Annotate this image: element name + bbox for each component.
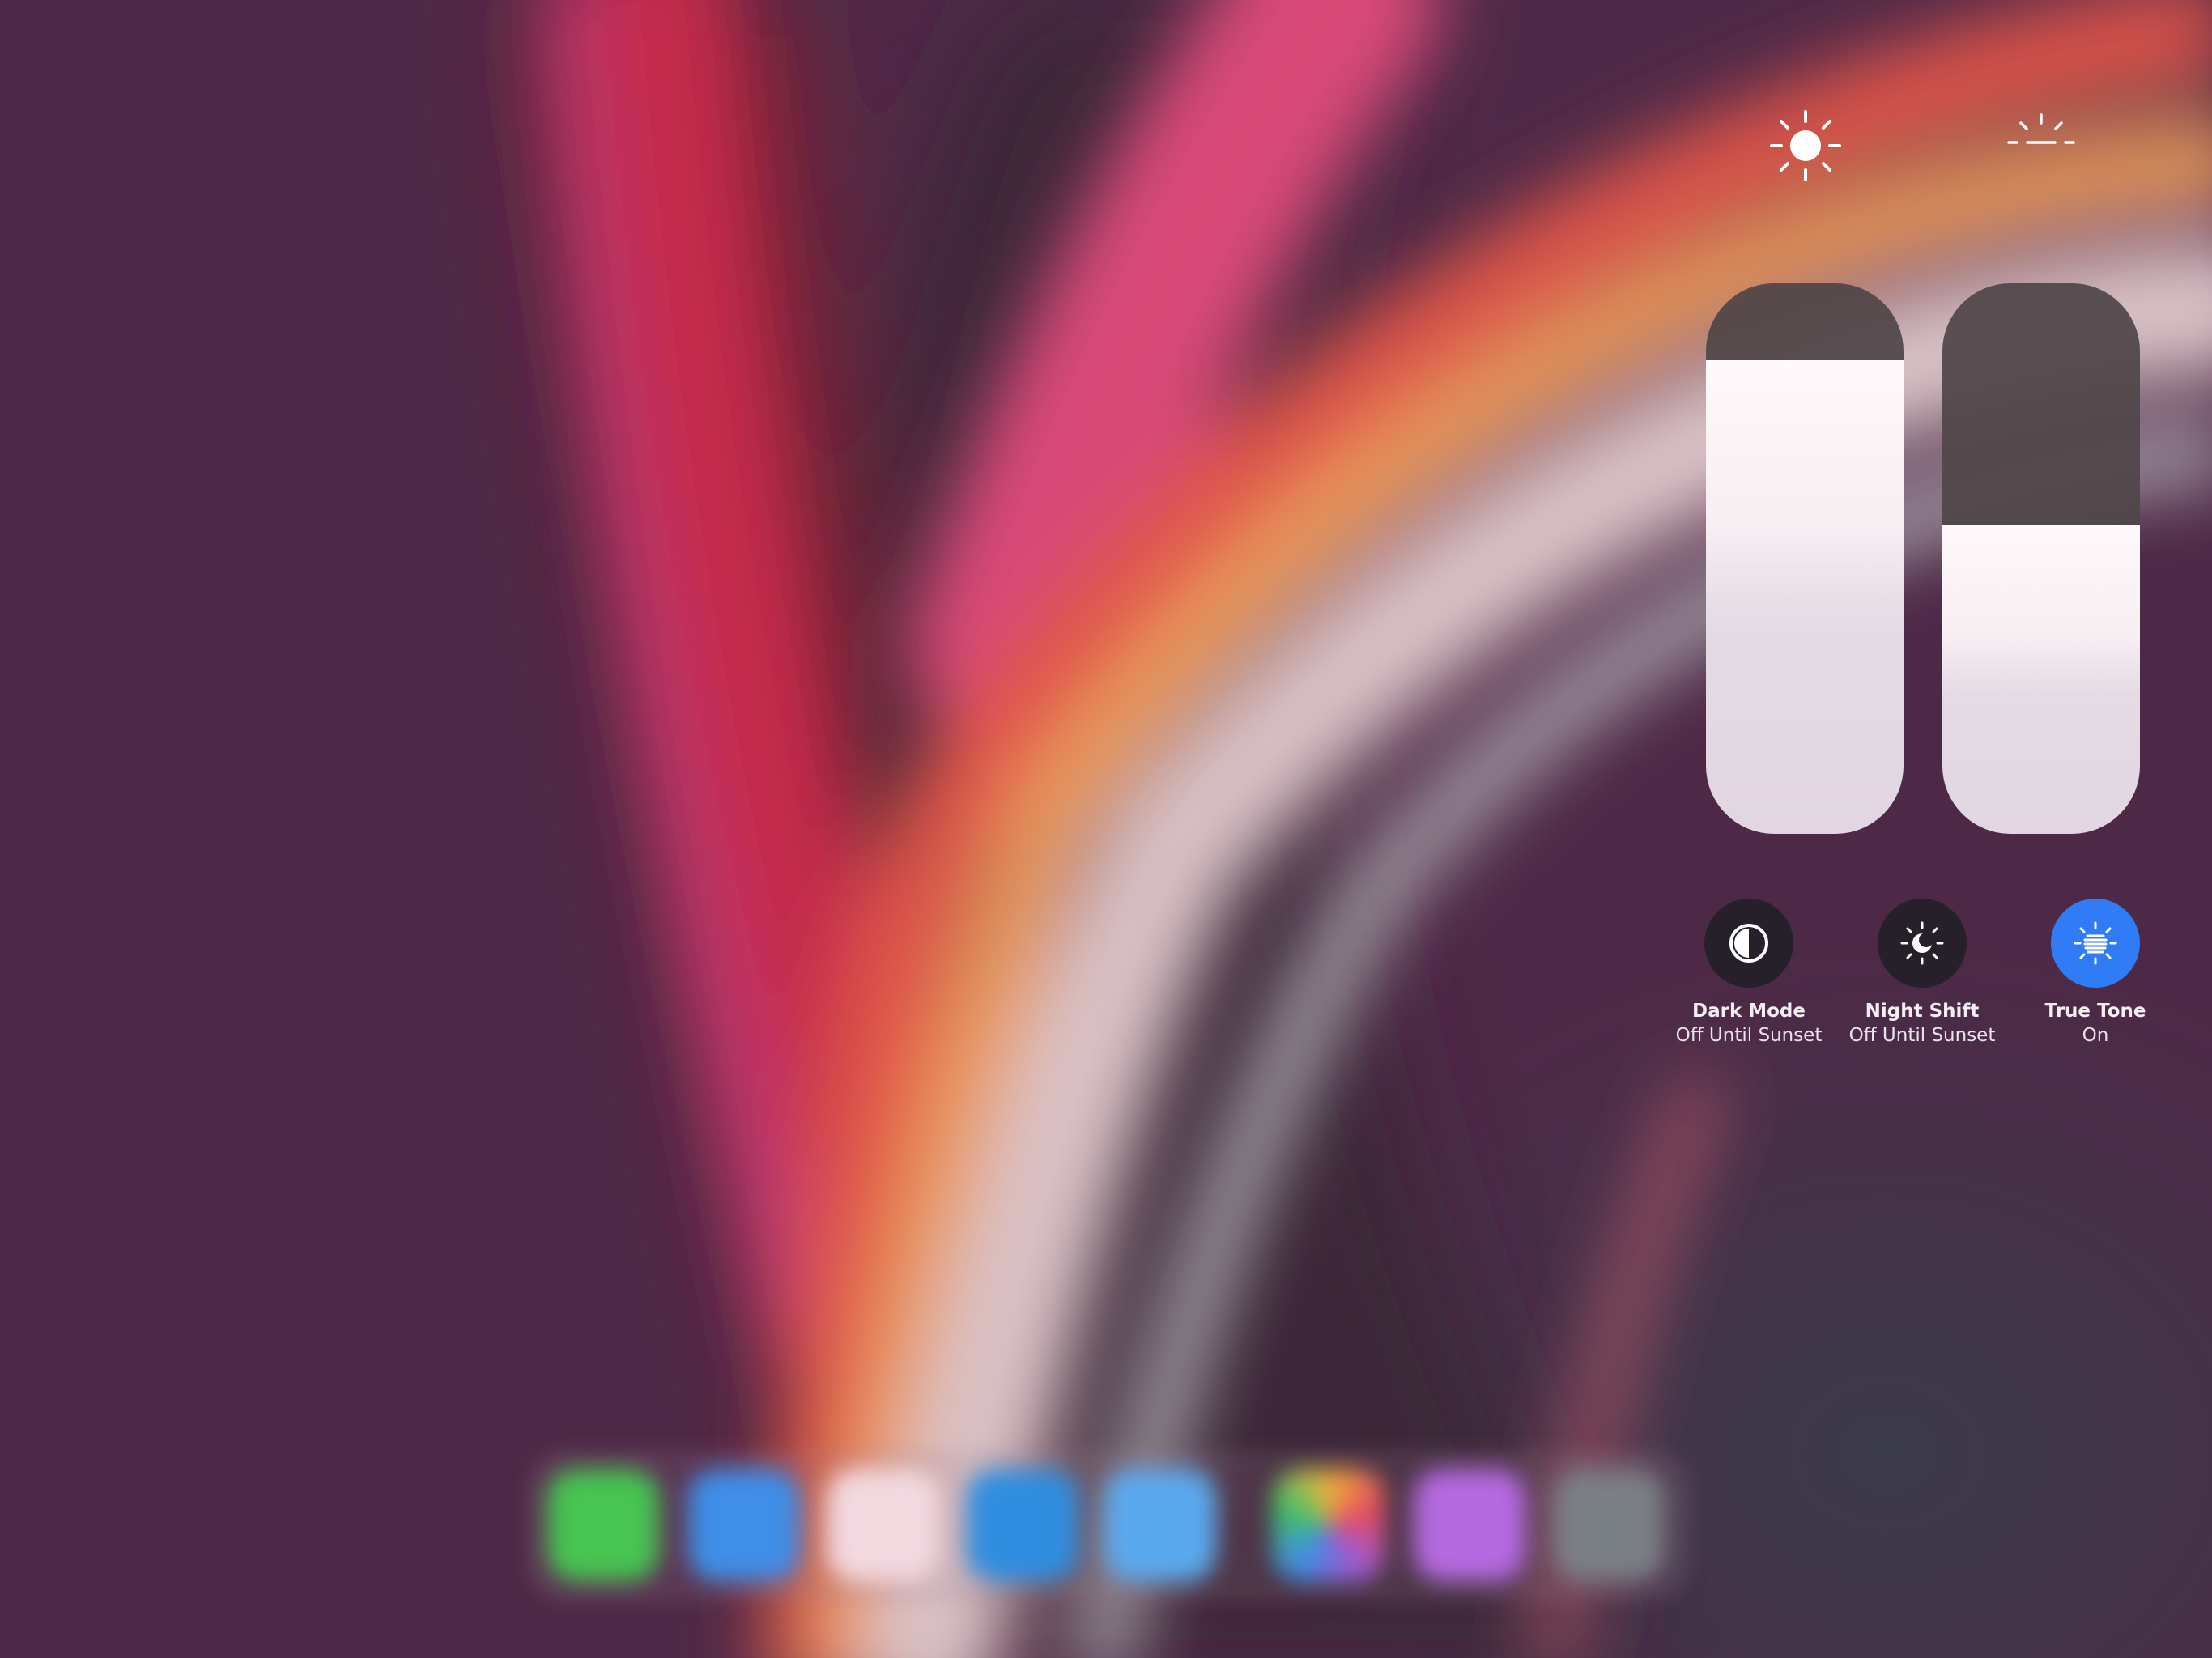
dark-mode-subtitle: Off Until Sunset xyxy=(1675,1025,1823,1046)
sunrise-icon xyxy=(2007,113,2075,144)
settings-icon[interactable] xyxy=(1553,1469,1665,1581)
dark-mode-button[interactable] xyxy=(1704,899,1793,988)
true-tone-slider[interactable] xyxy=(1942,283,2140,834)
true-tone-button[interactable] xyxy=(2051,899,2140,988)
photos-icon[interactable] xyxy=(1273,1469,1385,1581)
true-tone-subtitle: On xyxy=(2082,1025,2109,1046)
true-tone-title: True Tone xyxy=(2044,1001,2146,1022)
brightness-slider[interactable] xyxy=(1706,283,1904,834)
dark-mode-title: Dark Mode xyxy=(1691,1001,1806,1022)
night-shift-icon xyxy=(1900,921,1944,965)
true-tone-toggle[interactable]: True Tone On xyxy=(1998,899,2193,1048)
messages-icon[interactable] xyxy=(547,1469,659,1581)
brightness-slider-fill xyxy=(1706,360,1904,834)
dark-mode-icon xyxy=(1729,924,1768,963)
night-shift-toggle[interactable]: Night Shift Off Until Sunset xyxy=(1825,899,2019,1048)
night-shift-subtitle: Off Until Sunset xyxy=(1848,1025,1996,1046)
night-shift-title: Night Shift xyxy=(1865,1001,1980,1022)
music-icon[interactable] xyxy=(827,1469,939,1581)
dark-mode-toggle[interactable]: Dark Mode Off Until Sunset xyxy=(1652,899,1846,1048)
night-shift-button[interactable] xyxy=(1878,899,1967,988)
true-tone-slider-fill xyxy=(1942,525,2140,834)
files-icon[interactable] xyxy=(1104,1469,1216,1581)
sun-icon xyxy=(1770,110,1841,181)
safari-icon[interactable] xyxy=(688,1469,800,1581)
podcasts-icon[interactable] xyxy=(1414,1469,1525,1581)
true-tone-icon xyxy=(2074,921,2117,965)
mail-icon[interactable] xyxy=(967,1469,1078,1581)
